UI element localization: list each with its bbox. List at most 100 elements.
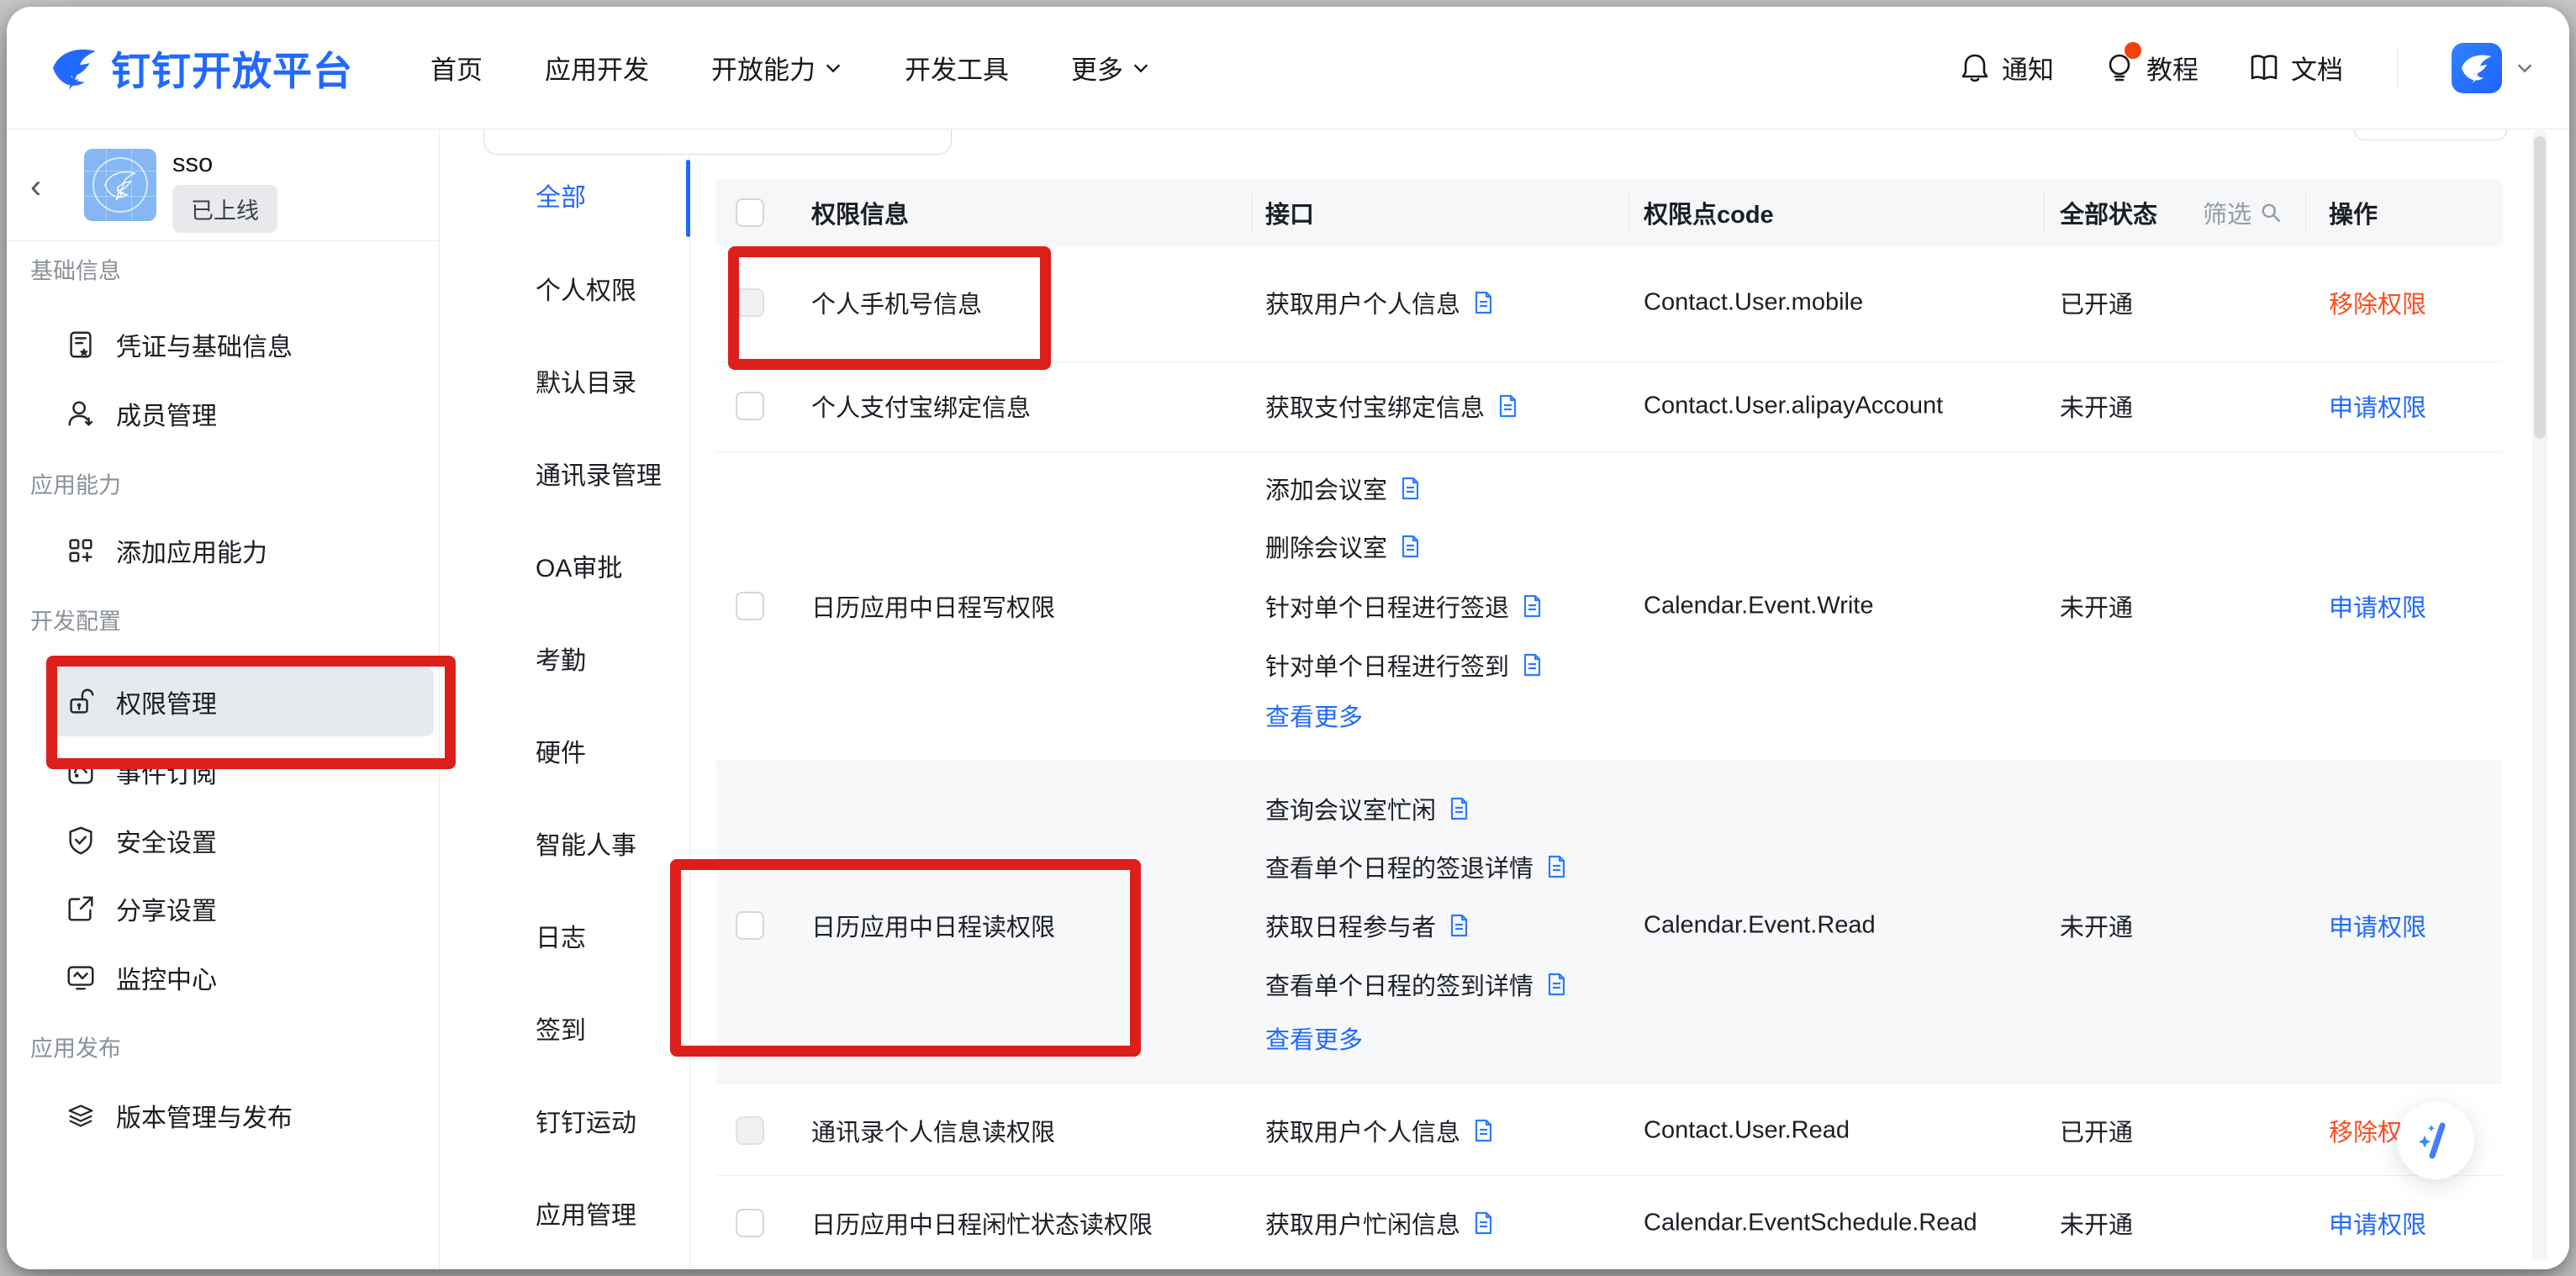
dingtalk-wing-icon	[2460, 53, 2494, 83]
doc-icon	[1544, 854, 1569, 879]
app-name: sso	[172, 148, 213, 178]
search-input-partial[interactable]	[483, 129, 952, 155]
row-checkbox[interactable]	[736, 592, 764, 620]
permission-code: Calendar.Event.Read	[1644, 912, 1876, 940]
status-text: 未开通	[2060, 908, 2133, 943]
nav-menu: 首页 应用开发 开放能力 开发工具 更多	[430, 49, 1150, 87]
category-checkin[interactable]: 签到	[536, 1010, 586, 1047]
collapse-sidebar-button[interactable]: ‹	[30, 170, 41, 203]
dingtalk-logo[interactable]: 钉钉开放平台	[50, 39, 353, 97]
account-menu[interactable]	[2452, 43, 2534, 93]
chevron-down-icon	[824, 59, 842, 77]
apply-permission-link[interactable]: 申请权限	[2329, 1205, 2426, 1241]
notifications-button[interactable]: 通知	[1958, 49, 2054, 87]
category-hardware[interactable]: 硬件	[536, 732, 586, 769]
chevron-down-icon	[1132, 59, 1150, 77]
row-checkbox[interactable]	[736, 1116, 764, 1145]
nav-item-more[interactable]: 更多	[1071, 49, 1150, 87]
api-link[interactable]: 查询会议室忙闲	[1265, 791, 1471, 826]
category-smart-hr[interactable]: 智能人事	[536, 825, 636, 862]
permission-name: 个人手机号信息	[811, 285, 982, 320]
doc-icon	[1544, 972, 1569, 997]
category-oa-approval[interactable]: OA审批	[536, 547, 622, 584]
category-attendance[interactable]: 考勤	[536, 640, 586, 677]
vertical-scrollbar[interactable]	[2532, 129, 2547, 1261]
api-link[interactable]: 添加会议室	[1265, 471, 1423, 506]
column-header-status: 全部状态	[2060, 195, 2157, 230]
monitor-icon	[65, 962, 97, 994]
nav-item-home[interactable]: 首页	[430, 49, 483, 87]
sidebar-item-permission-management[interactable]: 权限管理	[7, 667, 439, 736]
category-all[interactable]: 全部	[536, 177, 586, 214]
sidebar-item-event-subscription[interactable]: 事件订阅	[7, 737, 439, 806]
book-icon	[2247, 51, 2281, 85]
sidebar-item-monitor-center[interactable]: 监控中心	[7, 943, 439, 1012]
ai-assistant-button[interactable]	[2397, 1102, 2474, 1179]
credential-icon	[65, 329, 97, 361]
doc-icon	[1495, 393, 1520, 419]
scrollbar-thumb[interactable]	[2534, 136, 2546, 439]
permission-code: Contact.User.alipayAccount	[1644, 393, 1943, 420]
api-link[interactable]: 查看单个日程的签到详情	[1265, 967, 1569, 1002]
sidebar-item-add-capability[interactable]: 添加应用能力	[7, 516, 439, 585]
row-checkbox[interactable]	[736, 392, 764, 420]
api-link[interactable]: 删除会议室	[1265, 529, 1423, 564]
category-app-management[interactable]: 应用管理	[536, 1194, 636, 1231]
filter-button[interactable]: 筛选	[2203, 195, 2282, 230]
category-default-dir[interactable]: 默认目录	[536, 362, 636, 399]
sidebar-item-credentials[interactable]: 凭证与基础信息	[7, 310, 439, 379]
nav-item-open-capability[interactable]: 开放能力	[711, 49, 842, 87]
apply-permission-link[interactable]: 申请权限	[2329, 908, 2426, 943]
category-log[interactable]: 日志	[536, 917, 586, 954]
nav-divider	[2397, 46, 2398, 90]
sidebar-item-version-release[interactable]: 版本管理与发布	[7, 1081, 439, 1150]
doc-icon	[1519, 593, 1544, 619]
nav-item-dev-tools[interactable]: 开发工具	[905, 49, 1009, 87]
nav-item-app-dev[interactable]: 应用开发	[545, 49, 649, 87]
search-icon	[2260, 202, 2282, 224]
column-header-action: 操作	[2329, 195, 2378, 230]
row-checkbox[interactable]	[736, 911, 764, 940]
status-text: 未开通	[2060, 388, 2133, 424]
chevron-down-icon	[2515, 59, 2534, 77]
api-link[interactable]: 获取用户个人信息	[1265, 1113, 1496, 1148]
api-link[interactable]: 获取用户忙闲信息	[1265, 1205, 1496, 1241]
doc-icon	[1470, 1210, 1496, 1236]
sidebar-item-share-settings[interactable]: 分享设置	[7, 874, 439, 943]
doc-icon	[1519, 652, 1544, 678]
dingtalk-logo-icon	[50, 46, 99, 90]
api-link[interactable]: 针对单个日程进行签到	[1265, 647, 1544, 683]
doc-icon	[1470, 1118, 1496, 1143]
api-link[interactable]: 针对单个日程进行签退	[1265, 588, 1544, 624]
logo-text: 钉钉开放平台	[111, 39, 353, 97]
permission-code: Calendar.EventSchedule.Read	[1644, 1210, 1977, 1237]
view-more-link[interactable]: 查看更多	[1265, 698, 1363, 733]
doc-icon	[1397, 476, 1423, 501]
permission-name: 日历应用中日程写权限	[811, 588, 1055, 624]
category-dingtalk-sport[interactable]: 钉钉运动	[536, 1102, 636, 1139]
doc-icon	[1470, 290, 1496, 315]
category-personal[interactable]: 个人权限	[536, 270, 636, 307]
browser-window: 钉钉开放平台 首页 应用开发 开放能力 开发工具 更多 通知	[7, 7, 2569, 1269]
api-link[interactable]: 获取支付宝绑定信息	[1265, 388, 1520, 424]
top-right-button-partial[interactable]	[2354, 129, 2507, 140]
apply-permission-link[interactable]: 申请权限	[2329, 388, 2426, 424]
sidebar-item-security-settings[interactable]: 安全设置	[7, 806, 439, 875]
magic-wand-icon	[2412, 1117, 2459, 1164]
sidebar-item-members[interactable]: 成员管理	[7, 379, 439, 448]
category-contacts[interactable]: 通讯录管理	[536, 455, 662, 492]
docs-button[interactable]: 文档	[2247, 49, 2343, 87]
apply-permission-link[interactable]: 申请权限	[2329, 588, 2426, 624]
view-more-link[interactable]: 查看更多	[1265, 1020, 1363, 1056]
row-checkbox[interactable]	[736, 1209, 764, 1237]
api-link[interactable]: 查看单个日程的签退详情	[1265, 849, 1569, 884]
row-checkbox[interactable]	[736, 288, 764, 317]
remove-permission-link[interactable]: 移除权限	[2329, 285, 2426, 320]
status-text: 已开通	[2060, 1113, 2133, 1148]
api-link[interactable]: 获取用户个人信息	[1265, 285, 1496, 320]
layers-icon	[65, 1099, 97, 1131]
table-header: 权限信息 接口 权限点code 全部状态 筛选 操作	[716, 179, 2502, 246]
api-link[interactable]: 获取日程参与者	[1265, 908, 1471, 943]
tutorial-button[interactable]: 教程	[2103, 49, 2199, 87]
select-all-checkbox[interactable]	[736, 198, 764, 227]
